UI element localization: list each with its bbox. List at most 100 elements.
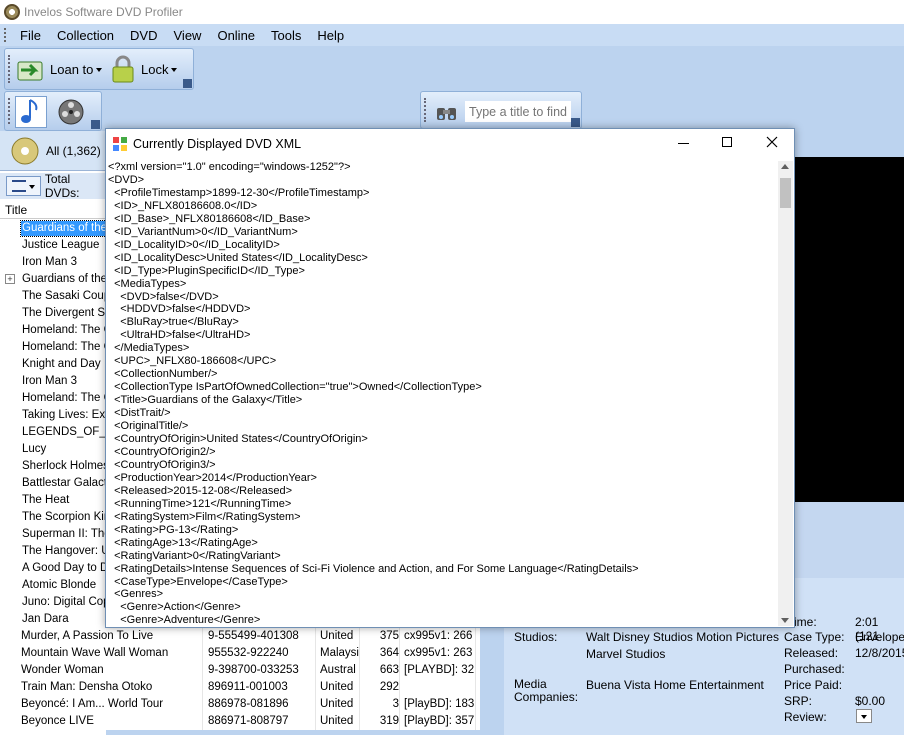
music-view-button[interactable] [15, 96, 47, 128]
movie-view-button[interactable] [55, 96, 87, 128]
row-title: LEGENDS_OF_JA [22, 426, 106, 438]
field-label: Purchased: [784, 662, 845, 676]
loan-to-button[interactable]: Loan to [15, 54, 103, 84]
chevron-down-icon [96, 67, 103, 75]
cell-num: 3 [362, 696, 400, 713]
list-row[interactable]: Guardians of the [0, 220, 106, 237]
menu-online[interactable]: Online [209, 28, 263, 43]
xml-line: <Genre>Adventure</Genre> [108, 614, 261, 627]
menu-help[interactable]: Help [309, 28, 352, 43]
list-row[interactable]: The Scorpion King [0, 509, 106, 526]
list-row[interactable]: Iron Man 3 [0, 373, 106, 390]
xml-text-area[interactable]: <?xml version="1.0" encoding="windows-12… [108, 161, 780, 627]
xml-line: <CountryOfOrigin2/> [108, 445, 216, 458]
xml-line: <ID_LocalityID>0</ID_LocalityID> [108, 238, 280, 251]
list-row[interactable]: The Sasaki Couple [0, 288, 106, 305]
list-row[interactable]: Mountain Wave Wall Woman 955532-922240 Mal… [0, 645, 480, 662]
expand-plus-icon[interactable]: + [5, 274, 15, 284]
xml-line: <Genres> [108, 588, 164, 601]
find-binoculars-icon [437, 108, 456, 120]
cell-num: 319 [362, 713, 400, 730]
menu-tools[interactable]: Tools [263, 28, 309, 43]
list-row[interactable]: Knight and Day [0, 356, 106, 373]
list-row[interactable]: A Good Day to Di [0, 560, 106, 577]
list-row[interactable]: Homeland: The C [0, 322, 106, 339]
xml-line: <UPC>_NFLX80-186608</UPC> [108, 355, 277, 368]
app-logo-icon [4, 4, 20, 20]
list-row[interactable]: Murder, A Passion To Live 9-555499-401308… [0, 628, 480, 645]
row-title: The Scorpion King [22, 511, 106, 523]
list-row[interactable]: Iron Man 3 [0, 254, 106, 271]
menu-view[interactable]: View [166, 28, 210, 43]
xml-line: <RunningTime>121</RunningTime> [108, 497, 292, 510]
scroll-up-icon[interactable] [781, 164, 789, 169]
list-row[interactable]: The Hangover: U [0, 543, 106, 560]
xml-line: <Rating>PG-13</Rating> [108, 523, 239, 536]
scrollbar-thumb[interactable] [780, 178, 791, 208]
menu-file[interactable]: File [12, 28, 49, 43]
cell-extra: cx995v1: 266 [404, 628, 476, 645]
cell-upc: 896911-001003 [208, 679, 316, 696]
xml-line: <OriginalTitle/> [108, 420, 189, 433]
list-row[interactable]: Lucy [0, 441, 106, 458]
list-row[interactable]: Homeland: The C [0, 339, 106, 356]
vertical-scrollbar[interactable] [778, 161, 793, 626]
toolbar-overflow-icon[interactable] [91, 120, 100, 129]
list-row[interactable]: Beyoncé: I Am... World Tour 886978-081896… [0, 696, 480, 713]
row-title: The Sasaki Couple [22, 290, 106, 302]
list-row[interactable]: Jan Dara [0, 611, 106, 628]
all-filter-bar[interactable]: All (1,362) [0, 131, 106, 171]
xml-line: <DistTrait/> [108, 407, 171, 420]
studio-1: Walt Disney Studios Motion Pictures [586, 630, 779, 644]
cell-title: Beyonce LIVE [21, 713, 203, 730]
xml-line: <RatingVariant>0</RatingVariant> [108, 549, 281, 562]
title-find-input[interactable] [465, 101, 571, 122]
cell-locality: United [320, 679, 360, 696]
find-toolbar [420, 91, 582, 129]
all-count-label: All (1,362) [46, 143, 101, 158]
list-row[interactable]: The Divergent Se [0, 305, 106, 322]
minimize-icon[interactable] [678, 143, 689, 144]
window-app-icon [113, 137, 127, 151]
menu-dvd[interactable]: DVD [122, 28, 165, 43]
maximize-icon[interactable] [722, 137, 732, 147]
list-row[interactable]: Superman II: The [0, 526, 106, 543]
film-reel-icon [58, 99, 84, 125]
list-row[interactable]: Battlestar Galacti [0, 475, 106, 492]
xml-line: <CountryOfOrigin>United States</CountryO… [108, 433, 368, 446]
toolbar-overflow-icon[interactable] [183, 79, 192, 88]
column-header-title[interactable]: Title [5, 203, 27, 217]
list-row[interactable]: The Heat [0, 492, 106, 509]
sort-dropdown[interactable] [6, 176, 41, 196]
menu-collection[interactable]: Collection [49, 28, 122, 43]
xml-line: <?xml version="1.0" encoding="windows-12… [108, 161, 351, 173]
list-row[interactable]: LEGENDS_OF_JA [0, 424, 106, 441]
loan-to-label: Loan to [50, 61, 94, 77]
list-row[interactable]: Sherlock Holmes: [0, 458, 106, 475]
close-icon[interactable] [766, 136, 778, 148]
list-row[interactable]: Juno: Digital Cop [0, 594, 106, 611]
field-value: $0.00 [855, 694, 886, 708]
dialog-title-bar: Currently Displayed DVD XML [106, 129, 794, 159]
review-dropdown[interactable] [856, 709, 872, 723]
cell-num: 663 [362, 662, 400, 679]
list-row[interactable]: Train Man: Densha Otoko 896911-001003 Unit… [0, 679, 480, 696]
field-label: Case Type: [784, 630, 845, 644]
xml-line: <CollectionType IsPartOfOwnedCollection=… [108, 381, 482, 394]
list-row[interactable]: Wonder Woman 9-398700-033253 Austral 663 [PL… [0, 662, 480, 679]
chevron-down-icon [171, 67, 178, 75]
cover-image-area [795, 157, 904, 502]
list-row[interactable]: Taking Lives: Exte [0, 407, 106, 424]
cell-locality: United [320, 696, 360, 713]
toolbar-overflow-icon[interactable] [571, 118, 580, 127]
list-row[interactable]: Justice League [0, 237, 106, 254]
xml-line: <CaseType>Envelope</CaseType> [108, 575, 288, 588]
list-row[interactable]: Atomic Blonde [0, 577, 106, 594]
list-row[interactable]: Beyonce LIVE 886971-808797 United 319 [PlayB… [0, 713, 480, 730]
row-title: Homeland: The C [22, 341, 106, 353]
studios-label: Studios: [514, 630, 558, 644]
lock-button[interactable]: Lock [109, 54, 178, 84]
scroll-down-icon[interactable] [781, 618, 789, 623]
list-row[interactable]: Homeland: The C [0, 390, 106, 407]
list-row[interactable]: + Guardians of the [0, 271, 106, 288]
